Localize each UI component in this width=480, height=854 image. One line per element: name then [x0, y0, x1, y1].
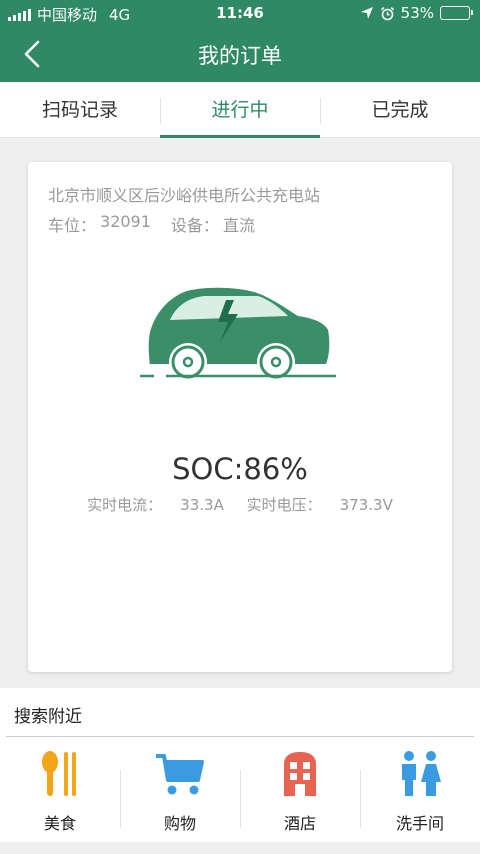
current-value: 33.3A: [180, 496, 224, 514]
nearby-shopping-button[interactable]: 购物: [120, 748, 240, 833]
slot-device-info: 车位： 32091 设备： 直流: [48, 212, 255, 236]
charging-car-icon: [140, 287, 336, 380]
nearby-hotel-label: 酒店: [283, 814, 316, 833]
divider: [6, 736, 474, 737]
nearby-food-label: 美食: [43, 814, 76, 833]
device-type: 直流: [222, 216, 255, 235]
nav-bar: 我的订单: [0, 26, 480, 82]
nearby-hotel-button[interactable]: 酒店: [240, 748, 360, 833]
status-bar: 中国移动 4G 11:46 53%: [0, 0, 480, 26]
nearby-restroom-button[interactable]: 洗手间: [360, 748, 480, 833]
restroom-icon: [402, 751, 441, 796]
nearby-food-button[interactable]: 美食: [0, 748, 120, 833]
page-title: 我的订单: [198, 44, 282, 68]
nearby-restroom-label: 洗手间: [395, 814, 444, 833]
soc-value: SOC:86%: [172, 452, 308, 486]
location-arrow-icon: [360, 7, 373, 19]
charging-order-card[interactable]: 北京市顺义区后沙峪供电所公共充电站 车位： 32091 设备： 直流 SOC:8…: [28, 162, 452, 672]
realtime-readings: 实时电流： 33.3A 实时电压： 373.3V: [28, 494, 452, 515]
hotel-icon: [284, 752, 316, 796]
nearby-search-panel: 搜索附近 美食 购物 酒店 洗手间: [0, 688, 480, 842]
food-icon: [42, 751, 76, 796]
tab-in-progress[interactable]: 进行中: [160, 82, 320, 138]
station-name: 北京市顺义区后沙峪供电所公共充电站: [48, 186, 321, 205]
tab-scan-records[interactable]: 扫码记录: [0, 82, 160, 137]
battery-icon: [440, 6, 473, 20]
tab-completed[interactable]: 已完成: [320, 82, 480, 137]
cart-icon: [156, 754, 204, 795]
order-tabs: 扫码记录 进行中 已完成: [0, 82, 480, 138]
voltage-value: 373.3V: [339, 496, 393, 514]
slot-number: 32091: [100, 212, 151, 231]
current-label: 实时电流：: [87, 496, 163, 514]
voltage-reading: 实时电压： 373.3V: [247, 496, 393, 514]
device-label: 设备：: [170, 216, 219, 235]
nearby-shopping-label: 购物: [163, 814, 196, 833]
alarm-icon: [380, 6, 394, 20]
current-reading: 实时电流： 33.3A: [87, 496, 224, 514]
voltage-label: 实时电压：: [246, 496, 322, 514]
battery-percent: 53%: [400, 4, 434, 22]
slot-label: 车位：: [48, 216, 97, 235]
nearby-title: 搜索附近: [14, 707, 82, 727]
